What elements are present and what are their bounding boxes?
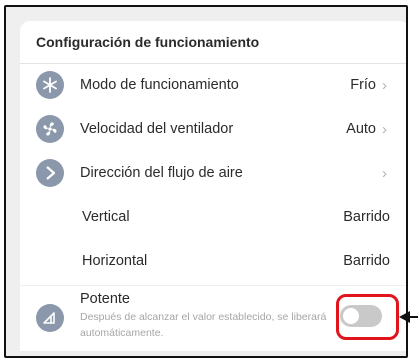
powerful-icon — [36, 304, 64, 332]
vertical-swing-row[interactable]: Vertical Barrido — [20, 195, 406, 239]
highlight-box — [336, 294, 399, 340]
horizontal-label: Horizontal — [82, 253, 148, 269]
pointer-arrow-shaft — [408, 316, 418, 318]
operation-mode-row[interactable]: Modo de funcionamiento Frío › — [20, 63, 406, 107]
chevron-right-icon: › — [382, 120, 387, 138]
fan-icon — [36, 115, 64, 143]
airflow-direction-row[interactable]: Dirección del flujo de aire › — [20, 151, 406, 195]
snowflake-icon — [36, 71, 64, 99]
airflow-icon — [36, 159, 64, 187]
horizontal-swing-row[interactable]: Horizontal Barrido — [20, 239, 406, 283]
operation-mode-label: Modo de funcionamiento — [80, 77, 239, 93]
chevron-right-icon: › — [382, 76, 387, 94]
horizontal-value: Barrido — [343, 253, 390, 269]
chevron-right-icon: › — [382, 164, 387, 182]
fan-speed-label: Velocidad del ventilador — [80, 121, 234, 137]
operation-mode-value: Frío — [350, 77, 376, 93]
powerful-description: Después de alcanzar el valor establecido… — [80, 311, 327, 339]
vertical-value: Barrido — [343, 209, 390, 225]
section-title: Configuración de funcionamiento — [36, 34, 260, 50]
fan-speed-value: Auto — [346, 121, 376, 137]
airflow-direction-label: Dirección del flujo de aire — [80, 165, 243, 181]
vertical-label: Vertical — [82, 209, 130, 225]
divider — [20, 285, 406, 286]
fan-speed-row[interactable]: Velocidad del ventilador Auto › — [20, 107, 406, 151]
